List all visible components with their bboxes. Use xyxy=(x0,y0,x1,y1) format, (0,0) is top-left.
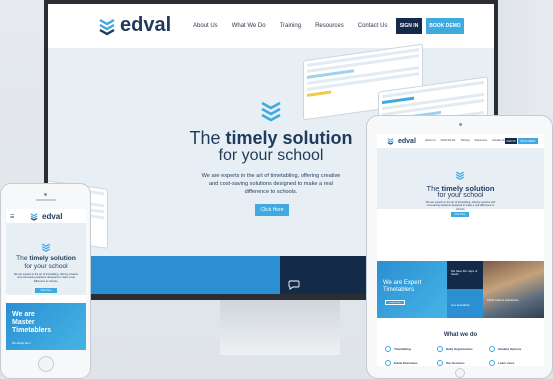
phone-click-here-button[interactable]: Click Here xyxy=(35,288,57,293)
service-label: Our Services xyxy=(446,361,465,365)
edval-chevrons-icon xyxy=(261,101,281,122)
service-label: Edval Interviews xyxy=(394,361,418,365)
nav-about-us[interactable]: About Us xyxy=(193,23,218,29)
clock-icon xyxy=(489,346,495,352)
edval-chevrons-icon xyxy=(455,171,465,180)
nav-training[interactable]: Training xyxy=(280,23,301,29)
chat-icon xyxy=(385,360,391,366)
service-our-services[interactable]: Our Services xyxy=(437,360,465,366)
clipboard-icon xyxy=(437,346,443,352)
edval-logo[interactable]: edval xyxy=(98,14,171,37)
tablet-sign-in-button[interactable]: SIGN IN xyxy=(505,138,517,144)
chat-bubble-icon xyxy=(288,280,300,290)
service-label: Student Options xyxy=(498,347,522,351)
service-learn-more[interactable]: Learn more xyxy=(489,360,514,366)
nav-resources[interactable]: Resources xyxy=(315,23,344,29)
tablet-photo-text: 100% student satisfaction xyxy=(487,298,519,302)
heading-line: We are xyxy=(12,311,35,318)
phone-hero-subtitle: for your school xyxy=(24,263,68,270)
tablet-hero-description: We are experts in the art of timetabling… xyxy=(425,201,496,211)
nav-contact-us[interactable]: Contact Us xyxy=(492,139,505,142)
background-shade xyxy=(494,0,553,115)
edval-chevrons-icon xyxy=(41,243,51,252)
tablet-expert-heading: We are Expert Timetablers xyxy=(383,280,422,293)
nav-what-we-do[interactable]: What We Do xyxy=(441,139,456,142)
phone-camera xyxy=(44,193,47,196)
phone-navbar: ☰ edval xyxy=(6,209,86,223)
nav-resources[interactable]: Resources xyxy=(475,139,487,142)
tablet-photo-panel xyxy=(483,261,544,318)
phone-hero-description: We are experts in the art of timetabling… xyxy=(13,273,79,283)
tablet-nav-links: About Us What We Do Training Resources C… xyxy=(425,139,505,142)
tablet-hero-subtitle: for your school xyxy=(437,192,484,199)
service-label: Daily Organisation xyxy=(446,347,473,351)
tablet-navbar: edval About Us What We Do Training Resou… xyxy=(377,134,544,149)
heading-line: Timetablers xyxy=(12,327,52,334)
info-icon xyxy=(489,360,495,366)
service-student-options[interactable]: Student Options xyxy=(489,346,521,352)
tablet-mid-text: Live timetables xyxy=(451,303,470,307)
hero-description: We are experts in the art of timetabling… xyxy=(201,173,341,195)
monitor-stand xyxy=(220,300,340,355)
edval-logo-icon xyxy=(99,18,115,35)
desktop-navbar: edval About Us What We Do Training Resou… xyxy=(48,4,494,48)
phone-speaker xyxy=(36,199,56,201)
tablet-click-here-button[interactable]: Click Here xyxy=(451,212,469,217)
sign-in-button[interactable]: SIGN IN xyxy=(396,18,422,34)
logo-text: edval xyxy=(120,14,172,36)
nav-what-we-do[interactable]: What We Do xyxy=(232,23,266,29)
logo-text: edval xyxy=(42,212,63,221)
nav-training[interactable]: Training xyxy=(460,139,469,142)
nav-links: About Us What We Do Training Resources C… xyxy=(193,23,387,29)
edval-logo-icon xyxy=(30,213,38,221)
service-edval-interviews[interactable]: Edval Interviews xyxy=(385,360,418,366)
phone-device: ☰ edval The timely solution for your sch… xyxy=(0,183,91,379)
tablet-edval-logo[interactable]: edval xyxy=(387,137,416,145)
tablet-screen: edval About Us What We Do Training Resou… xyxy=(377,134,544,366)
tablet-device: edval About Us What We Do Training Resou… xyxy=(366,115,553,379)
tablet-home-button[interactable] xyxy=(455,368,465,378)
service-timetabling[interactable]: Timetabling xyxy=(385,346,411,352)
phone-home-button[interactable] xyxy=(38,356,54,372)
tablet-learn-more-button[interactable]: Learn more xyxy=(385,300,405,305)
edval-logo-icon xyxy=(387,138,394,145)
phone-master-sub: We design like it xyxy=(12,342,31,345)
service-label: Learn more xyxy=(498,361,515,365)
phone-screen: ☰ edval The timely solution for your sch… xyxy=(6,209,86,350)
click-here-button[interactable]: Click Here xyxy=(255,204,289,216)
service-daily-organisation[interactable]: Daily Organisation xyxy=(437,346,473,352)
tablet-book-demo-button[interactable]: BOOK DEMO xyxy=(518,138,538,144)
what-we-do-heading: What we do xyxy=(443,332,478,338)
calendar-icon xyxy=(385,346,391,352)
service-label: Timetabling xyxy=(394,347,411,351)
tablet-camera xyxy=(459,123,462,126)
phone-edval-logo[interactable]: edval xyxy=(30,212,62,221)
tablet-dark-text: We have 30+ days of hands xyxy=(451,269,478,277)
hamburger-icon[interactable]: ☰ xyxy=(10,214,14,220)
book-demo-button[interactable]: BOOK DEMO xyxy=(426,18,464,34)
nav-contact-us[interactable]: Contact Us xyxy=(358,23,388,29)
phone-hero-title: The timely solution xyxy=(16,255,76,262)
nav-about-us[interactable]: About Us xyxy=(425,139,436,142)
gear-icon xyxy=(437,360,443,366)
phone-master-heading: We are Master Timetablers xyxy=(12,311,51,335)
heading-line: Master xyxy=(12,319,35,326)
logo-text: edval xyxy=(398,137,416,145)
